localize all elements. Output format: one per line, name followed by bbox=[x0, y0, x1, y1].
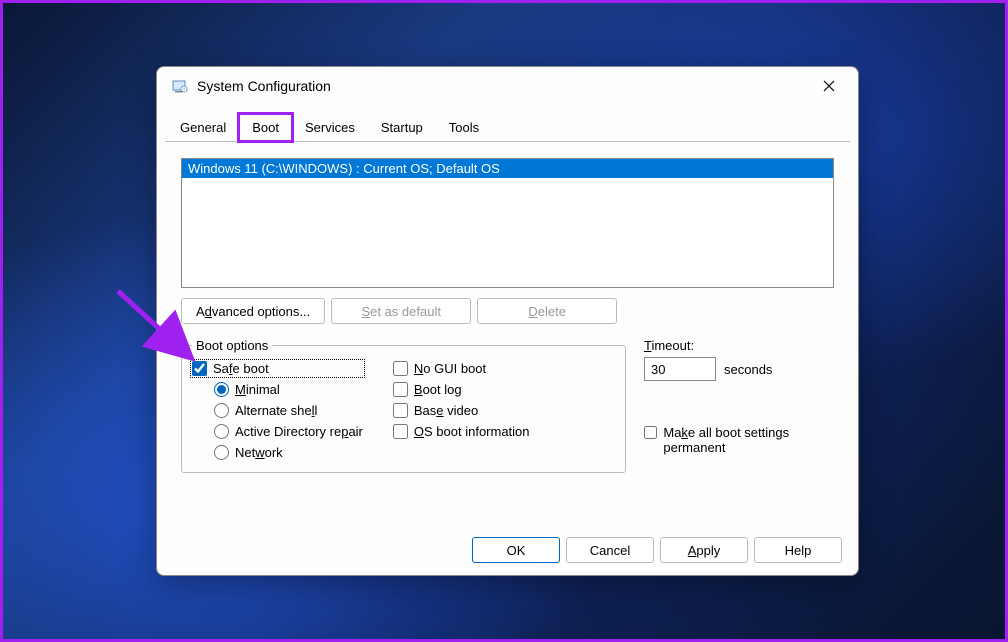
timeout-column: Timeout: seconds Make all boot settings … bbox=[644, 338, 834, 473]
safe-boot-label: Safe boot bbox=[213, 361, 269, 376]
timeout-row: seconds bbox=[644, 357, 834, 381]
tab-boot[interactable]: Boot bbox=[239, 114, 292, 141]
tab-tools[interactable]: Tools bbox=[436, 114, 492, 141]
tab-startup[interactable]: Startup bbox=[368, 114, 436, 141]
help-button[interactable]: Help bbox=[754, 537, 842, 563]
boot-options-left-col: Safe boot Minimal Alternate shell A bbox=[192, 361, 363, 460]
no-gui-boot-row[interactable]: No GUI boot bbox=[393, 361, 530, 376]
network-radio[interactable] bbox=[214, 445, 229, 460]
base-video-row[interactable]: Base video bbox=[393, 403, 530, 418]
boot-action-buttons: Advanced options... Set as default Delet… bbox=[181, 298, 834, 324]
make-permanent-checkbox[interactable] bbox=[644, 425, 657, 440]
window-title: System Configuration bbox=[197, 78, 806, 94]
boot-settings-row: Boot options Safe boot Minimal bbox=[181, 338, 834, 473]
base-video-label: Base video bbox=[414, 403, 478, 418]
boot-options-group: Boot options Safe boot Minimal bbox=[181, 338, 626, 473]
safe-boot-checkbox[interactable] bbox=[192, 361, 207, 376]
delete-button[interactable]: Delete bbox=[477, 298, 617, 324]
set-as-default-button[interactable]: Set as default bbox=[331, 298, 471, 324]
active-directory-repair-radio[interactable] bbox=[214, 424, 229, 439]
tab-bar: General Boot Services Startup Tools bbox=[157, 113, 858, 141]
base-video-checkbox[interactable] bbox=[393, 403, 408, 418]
no-gui-boot-checkbox[interactable] bbox=[393, 361, 408, 376]
boot-log-row[interactable]: Boot log bbox=[393, 382, 530, 397]
tab-general[interactable]: General bbox=[167, 114, 239, 141]
apply-button[interactable]: Apply bbox=[660, 537, 748, 563]
minimal-radio[interactable] bbox=[214, 382, 229, 397]
close-icon bbox=[823, 80, 835, 92]
active-directory-repair-label: Active Directory repair bbox=[235, 424, 363, 439]
close-button[interactable] bbox=[806, 71, 852, 101]
make-permanent-label: Make all boot settings permanent bbox=[663, 425, 834, 455]
os-boot-information-label: OS boot information bbox=[414, 424, 530, 439]
cancel-button[interactable]: Cancel bbox=[566, 537, 654, 563]
os-boot-information-row[interactable]: OS boot information bbox=[393, 424, 530, 439]
no-gui-boot-label: No GUI boot bbox=[414, 361, 486, 376]
timeout-label: Timeout: bbox=[644, 338, 834, 353]
tab-content-boot: Windows 11 (C:\WINDOWS) : Current OS; De… bbox=[165, 141, 850, 483]
app-icon bbox=[171, 77, 189, 95]
timeout-unit: seconds bbox=[724, 362, 772, 377]
boot-options-right-col: No GUI boot Boot log Base video OS bbox=[393, 361, 530, 460]
network-row[interactable]: Network bbox=[214, 445, 363, 460]
boot-log-checkbox[interactable] bbox=[393, 382, 408, 397]
alternate-shell-label: Alternate shell bbox=[235, 403, 317, 418]
system-configuration-dialog: System Configuration General Boot Servic… bbox=[156, 66, 859, 576]
os-listbox[interactable]: Windows 11 (C:\WINDOWS) : Current OS; De… bbox=[181, 158, 834, 288]
boot-log-label: Boot log bbox=[414, 382, 462, 397]
advanced-options-button[interactable]: Advanced options... bbox=[181, 298, 325, 324]
minimal-label: Minimal bbox=[235, 382, 280, 397]
boot-options-legend: Boot options bbox=[192, 338, 272, 353]
titlebar: System Configuration bbox=[157, 67, 858, 105]
network-label: Network bbox=[235, 445, 283, 460]
alternate-shell-row[interactable]: Alternate shell bbox=[214, 403, 363, 418]
active-directory-repair-row[interactable]: Active Directory repair bbox=[214, 424, 363, 439]
tab-services[interactable]: Services bbox=[292, 114, 368, 141]
dialog-footer: OK Cancel Apply Help bbox=[472, 537, 842, 563]
os-list-item[interactable]: Windows 11 (C:\WINDOWS) : Current OS; De… bbox=[182, 159, 833, 178]
os-boot-information-checkbox[interactable] bbox=[393, 424, 408, 439]
make-permanent-row[interactable]: Make all boot settings permanent bbox=[644, 425, 834, 455]
timeout-input[interactable] bbox=[644, 357, 716, 381]
minimal-row[interactable]: Minimal bbox=[214, 382, 363, 397]
alternate-shell-radio[interactable] bbox=[214, 403, 229, 418]
ok-button[interactable]: OK bbox=[472, 537, 560, 563]
safe-boot-row[interactable]: Safe boot bbox=[192, 361, 363, 376]
